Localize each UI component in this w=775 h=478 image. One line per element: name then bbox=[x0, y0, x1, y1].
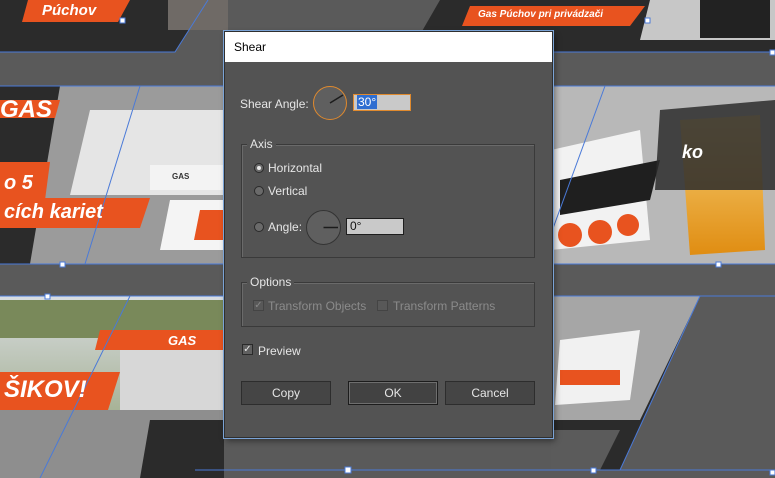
axis-angle-value: 0° bbox=[350, 219, 362, 233]
banner-middle-right[interactable] bbox=[551, 86, 775, 264]
shear-angle-dial[interactable] bbox=[313, 86, 347, 120]
dial-needle-icon bbox=[323, 226, 338, 229]
axis-horizontal-label[interactable]: Horizontal bbox=[268, 161, 322, 175]
axis-group-title: Axis bbox=[247, 137, 276, 151]
transform-patterns-checkbox[interactable] bbox=[377, 300, 388, 311]
ok-button[interactable]: OK bbox=[348, 381, 438, 405]
axis-angle-label[interactable]: Angle: bbox=[268, 220, 302, 234]
options-group-title: Options bbox=[247, 275, 295, 289]
artwork-text-car-plate: GAS bbox=[172, 172, 190, 181]
axis-vertical-label[interactable]: Vertical bbox=[268, 184, 307, 198]
axis-angle-dial[interactable] bbox=[306, 210, 341, 245]
axis-horizontal-radio[interactable] bbox=[254, 163, 264, 173]
artwork-text-gas-sign: GAS bbox=[168, 333, 197, 348]
transform-patterns-label[interactable]: Transform Patterns bbox=[393, 299, 495, 313]
banner-bottom-right[interactable] bbox=[551, 296, 700, 470]
preview-label[interactable]: Preview bbox=[258, 344, 301, 358]
shear-angle-value: 30° bbox=[357, 95, 378, 109]
cancel-button[interactable]: Cancel bbox=[445, 381, 535, 405]
dialog-title: Shear bbox=[225, 32, 552, 62]
shear-dialog: Shear Shear Angle: 30° Axis Horizontal V… bbox=[224, 31, 553, 438]
axis-vertical-radio[interactable] bbox=[254, 186, 264, 196]
artwork-text-gas: GAS bbox=[0, 96, 53, 123]
axis-angle-radio[interactable] bbox=[254, 222, 264, 232]
artwork-text-gas-puchov: Gas Púchov pri privádzači bbox=[478, 9, 604, 20]
axis-angle-input[interactable]: 0° bbox=[346, 218, 404, 235]
transform-objects-checkbox[interactable]: ✓ bbox=[253, 300, 264, 311]
banner-top-left[interactable] bbox=[0, 0, 228, 52]
artwork-text-ko: ko bbox=[682, 142, 704, 162]
artwork-text-puchov: Púchov bbox=[42, 2, 97, 19]
shear-angle-label: Shear Angle: bbox=[240, 97, 309, 111]
transform-objects-label[interactable]: Transform Objects bbox=[268, 299, 366, 313]
dial-needle-icon bbox=[329, 94, 344, 104]
shear-angle-input[interactable]: 30° bbox=[353, 94, 411, 111]
artwork-text-o5: o 5 bbox=[4, 172, 33, 194]
copy-button[interactable]: Copy bbox=[241, 381, 331, 405]
artwork-text-sikov: ŠIKOV! bbox=[4, 376, 87, 403]
artwork-text-kariet: cích kariet bbox=[4, 201, 103, 223]
preview-checkbox[interactable]: ✓ bbox=[242, 344, 253, 355]
